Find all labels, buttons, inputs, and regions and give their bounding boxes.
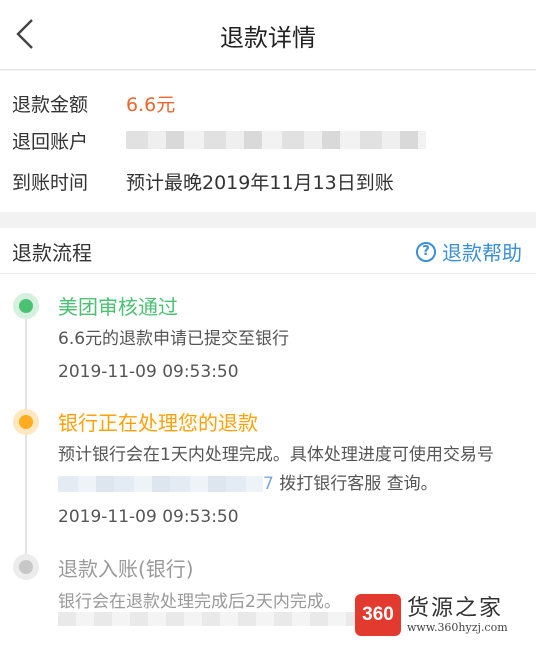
process-header: 退款流程 ? 退款帮助 (0, 228, 536, 274)
step-desc: 预计银行会在1天内处理完成。具体处理进度可使用交易号 7 拨打银行客服 查询。 (58, 441, 523, 499)
step-title: 银行正在处理您的退款 (58, 411, 258, 435)
arrival-label: 到账时间 (12, 171, 89, 194)
watermark-logo: 360 (355, 594, 401, 636)
watermark: 360 货源之家 www.360hyzj.com (355, 590, 536, 640)
top-bar: 退款详情 (0, 0, 536, 70)
redacted-line (58, 612, 358, 626)
page-title: 退款详情 (220, 24, 316, 52)
watermark-name: 货源之家 (407, 595, 504, 621)
amount-row: 退款金额 6.6元 (12, 88, 175, 118)
watermark-url: www.360hyzj.com (407, 620, 508, 634)
account-row: 退回账户 (12, 125, 426, 155)
timeline-line (25, 308, 27, 578)
step-done-dot (13, 293, 39, 319)
step-title: 退款入账(银行) (58, 557, 194, 581)
refund-help-link[interactable]: ? 退款帮助 (416, 237, 522, 266)
process-title: 退款流程 (12, 241, 92, 265)
amount-label: 退款金额 (12, 93, 89, 116)
step-desc-part1: 预计银行会在1天内处理完成。具体处理进度可使用交易号 (58, 445, 494, 465)
amount-value: 6.6元 (126, 93, 176, 116)
account-label: 退回账户 (12, 130, 89, 153)
step-title: 美团审核通过 (58, 295, 178, 319)
step-processing-dot (13, 409, 39, 435)
step-pending-dot (13, 554, 39, 580)
step-time: 2019-11-09 09:53:50 (58, 362, 239, 382)
step-time: 2019-11-09 09:53:50 (58, 507, 239, 527)
account-value-redacted (126, 131, 426, 149)
step-desc-part2: 拨打银行客服 查询。 (279, 474, 438, 494)
question-circle-icon: ? (416, 241, 436, 262)
arrival-row: 到账时间 预计最晚2019年11月13日到账 (12, 166, 394, 196)
step-desc: 6.6元的退款申请已提交至银行 (58, 329, 290, 349)
step-desc-tail: 7 (263, 474, 274, 494)
watermark-text: 货源之家 www.360hyzj.com (407, 595, 508, 634)
help-label: 退款帮助 (442, 241, 522, 265)
refund-summary: 退款金额 6.6元 退回账户 到账时间 预计最晚2019年11月13日到账 (0, 71, 536, 212)
transaction-number-redacted (58, 476, 263, 492)
arrival-value: 预计最晚2019年11月13日到账 (126, 171, 394, 194)
